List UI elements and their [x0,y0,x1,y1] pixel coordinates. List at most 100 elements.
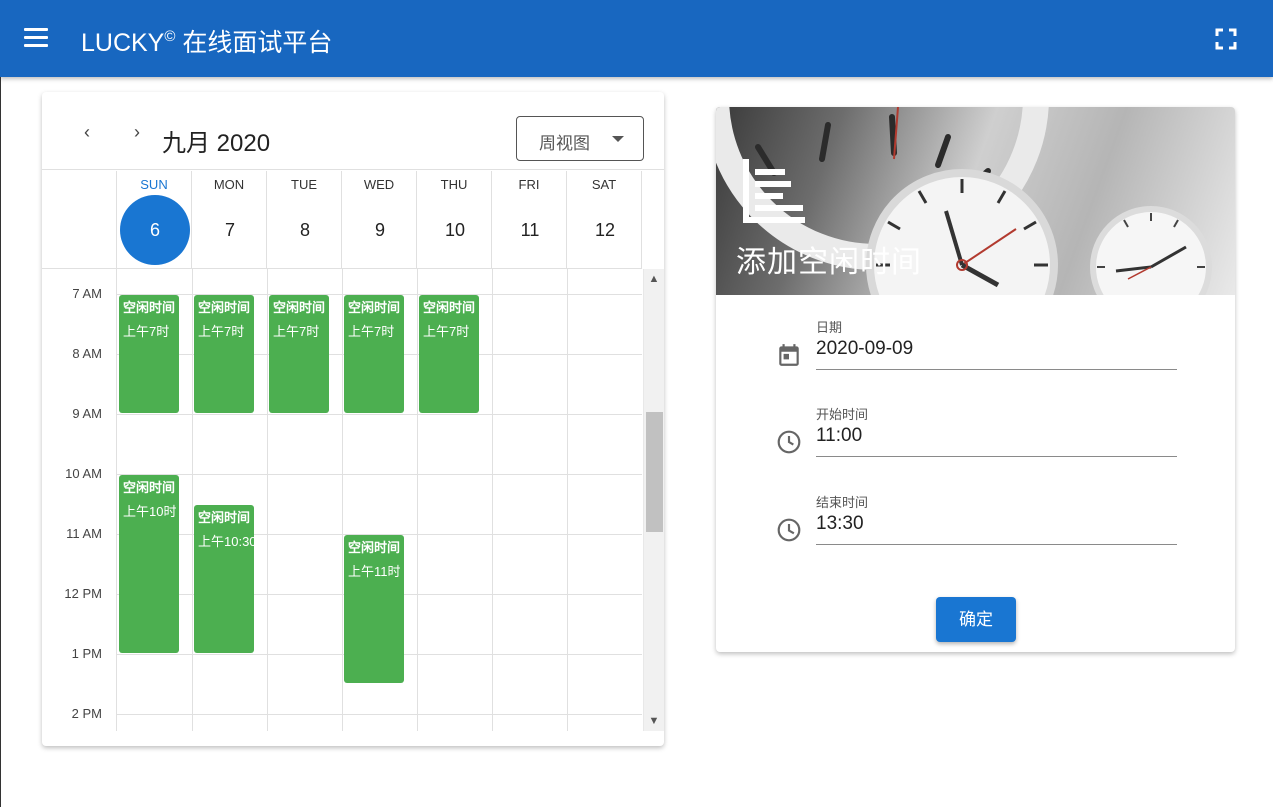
view-type-select[interactable]: 周视图 [516,116,644,161]
time-gutter: 7 AM 8 AM 9 AM 10 AM 11 AM 12 PM 1 PM 2 PM [42,269,117,731]
date-number[interactable]: 7 [195,195,265,265]
hour-gridline [117,414,642,415]
today-date-badge[interactable]: 6 [120,195,190,265]
calendar-event[interactable]: 空闲时间上午7时 [194,295,254,413]
date-number[interactable]: 8 [270,195,340,265]
calendar-day-header: SUN 6 MON 7 TUE 8 WED 9 THU 10 FRI 11 SAT 12 [42,171,642,268]
scroll-up-icon[interactable]: ▲ [644,271,664,287]
weekday-label: SAT [591,177,617,192]
view-type-label: 周视图 [539,134,590,153]
day-header-wed[interactable]: WED 9 [342,171,417,268]
hour-label: 11 AM [66,526,102,541]
date-label: 日期 [816,320,843,335]
calendar-month-title: 九月 2020 [162,130,271,157]
event-title: 空闲时间 [123,480,176,495]
event-time: 上午10时 [123,504,177,519]
app-bar: LUCKY© 在线面试平台 [0,0,1273,77]
date-number[interactable]: 11 [495,195,565,265]
header-gutter [42,171,117,268]
date-number[interactable]: 10 [420,195,490,265]
event-time: 上午7时 [423,324,470,339]
calendar-icon [779,344,799,366]
weekday-label: TUE [291,177,317,192]
event-title: 空闲时间 [423,300,476,315]
hour-label: 1 PM [71,646,102,661]
event-time: 上午11时 [348,564,401,579]
end-time-underline [816,544,1177,545]
end-time-field[interactable]: 结束时间 13:30 [776,492,1177,552]
weekday-label: THU [440,177,468,192]
event-time: 上午7时 [273,324,320,339]
hour-label: 9 AM [72,406,102,421]
hour-gridline [117,474,642,475]
add-free-time-title: 添加空闲时间 [736,246,922,279]
event-time: 上午7时 [348,324,395,339]
day-header-fri[interactable]: FRI 11 [492,171,567,268]
day-column-divider [192,269,193,731]
hour-label: 10 AM [65,466,102,481]
scroll-thumb[interactable] [646,412,663,532]
add-free-time-card: 添加空闲时间 日期 2020-09-09 开始时间 11:00 结束时间 13:… [716,107,1235,652]
hour-gridline [117,714,642,715]
clock-icon [777,518,801,542]
day-column-divider [492,269,493,731]
date-number[interactable]: 12 [570,195,640,265]
hour-label: 7 AM [72,286,102,301]
calendar-event[interactable]: 空闲时间上午10:30 [194,505,254,653]
event-time: 上午10:30 [198,534,254,549]
copyright-mark: © [164,28,176,45]
event-title: 空闲时间 [348,300,401,315]
calendar-event[interactable]: 空闲时间 上午7时 [119,295,179,413]
weekday-label: WED [363,177,395,192]
page-edge [0,77,1,807]
day-column-divider [417,269,418,731]
timeline-icon [743,159,805,223]
weekday-label: FRI [518,177,540,192]
calendar-card: ‹ › 九月 2020 周视图 SUN 6 MON 7 TUE 8 WED 9 THU 10 FRI… [42,92,664,746]
scroll-down-icon[interactable]: ▼ [644,713,664,729]
calendar-event[interactable]: 空闲时间上午7时 [269,295,329,413]
day-header-tue[interactable]: TUE 8 [267,171,342,268]
event-title: 空闲时间 [273,300,326,315]
app-title: LUCKY© 在线面试平台 [81,22,332,58]
chevron-left-icon[interactable]: ‹ [79,123,95,141]
weekday-label: MON [213,177,245,192]
date-value[interactable]: 2020-09-09 [816,338,913,360]
calendar-event[interactable]: 空闲时间上午10时 [119,475,179,653]
start-time-underline [816,456,1177,457]
date-field[interactable]: 日期 2020-09-09 [776,317,1177,377]
calendar-event[interactable]: 空闲时间上午7时 [344,295,404,413]
event-title: 空闲时间 [198,510,251,525]
confirm-button[interactable]: 确定 [936,597,1016,642]
app-title-text: 在线面试平台 [175,29,333,57]
menu-icon[interactable] [24,28,48,48]
day-header-sat[interactable]: SAT 12 [567,171,642,268]
event-time: 上午7时 [198,324,245,339]
date-number[interactable]: 9 [345,195,415,265]
calendar-scrollbar[interactable]: ▲ ▼ [643,269,664,731]
day-header-thu[interactable]: THU 10 [417,171,492,268]
event-time: 上午7时 [123,324,170,339]
day-column-divider [267,269,268,731]
calendar-event[interactable]: 空闲时间上午11时 [344,535,404,683]
hour-label: 8 AM [72,346,102,361]
hour-label: 2 PM [71,706,102,721]
start-time-value[interactable]: 11:00 [816,425,862,447]
calendar-toolbar: ‹ › 九月 2020 周视图 [42,92,664,170]
calendar-grid[interactable]: 7 AM 8 AM 9 AM 10 AM 11 AM 12 PM 1 PM 2 PM 空闲时间… [42,269,642,731]
date-underline [816,369,1177,370]
calendar-event[interactable]: 空闲时间上午7时 [419,295,479,413]
day-header-sun[interactable]: SUN 6 [117,171,192,268]
chevron-right-icon[interactable]: › [129,123,145,141]
event-title: 空闲时间 [348,540,401,555]
day-column-divider [567,269,568,731]
start-time-field[interactable]: 开始时间 11:00 [776,404,1177,464]
end-time-value[interactable]: 13:30 [816,513,864,535]
dropdown-arrow-icon [612,136,624,142]
hour-label: 12 PM [64,586,102,601]
day-header-mon[interactable]: MON 7 [192,171,267,268]
clock-outline-icon [777,430,801,454]
fullscreen-icon[interactable] [1214,27,1238,51]
event-title: 空闲时间 [198,300,251,315]
end-time-label: 结束时间 [816,495,869,510]
